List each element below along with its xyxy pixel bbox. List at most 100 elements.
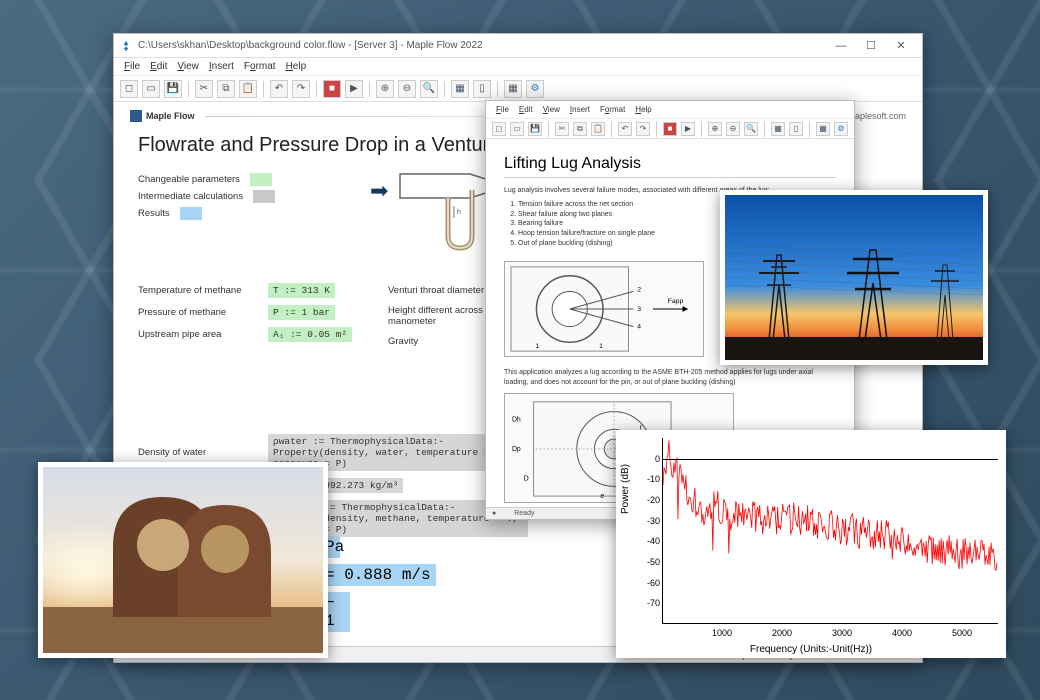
swatch-blue-icon — [180, 207, 202, 220]
svg-text:4: 4 — [637, 323, 641, 330]
chart-panel: Power (dB) Frequency (Units:-Unit(Hz)) 0… — [616, 430, 1006, 658]
apps-icon[interactable]: ▦ — [504, 80, 522, 98]
zoom-fit-icon[interactable]: 🔍 — [420, 80, 438, 98]
svg-text:D: D — [524, 476, 529, 483]
legend-label: Changeable parameters — [138, 174, 240, 185]
status-ready: Ready — [514, 510, 534, 517]
menu-file[interactable]: File — [120, 61, 144, 72]
ytick: -10 — [642, 474, 660, 484]
redo-icon[interactable]: ↷ — [636, 122, 650, 136]
open-icon[interactable]: ▭ — [142, 80, 160, 98]
ytick: -50 — [642, 557, 660, 567]
app-icon — [120, 40, 132, 52]
photo-power-towers — [720, 190, 988, 365]
menu2-view[interactable]: View — [539, 105, 564, 114]
svg-text:2: 2 — [637, 286, 641, 293]
legend-label: Results — [138, 208, 170, 219]
result-fragment: = 0.888 m/s — [320, 564, 436, 586]
lug-diagram-1: 2 3 4 1 1 Fapp — [504, 261, 704, 357]
xtick: 3000 — [832, 628, 852, 638]
cut-icon[interactable]: ✂ — [555, 122, 569, 136]
svg-text:Dh: Dh — [512, 417, 521, 424]
param-label: Upstream pipe area — [138, 329, 268, 340]
xtick: 2000 — [772, 628, 792, 638]
undo-icon[interactable]: ↶ — [270, 80, 288, 98]
minimize-button[interactable]: — — [826, 40, 856, 52]
ytick: -70 — [642, 598, 660, 608]
copy-icon[interactable]: ⧉ — [217, 80, 235, 98]
flow-arrow-icon: ➡ — [370, 178, 388, 204]
menubar: File Edit View Insert Format Help — [114, 58, 922, 76]
menu2-edit[interactable]: Edit — [515, 105, 537, 114]
toolbar: ◻ ▭ 💾 ✂ ⧉ 📋 ↶ ↷ ■ ▶ ⊕ ⊖ 🔍 ▦ ▯ ▦ ⚙ — [114, 76, 922, 102]
maple-logo-icon — [130, 110, 142, 122]
settings-icon[interactable]: ⚙ — [834, 122, 848, 136]
maximize-button[interactable]: ☐ — [856, 39, 886, 52]
zoom-out-icon[interactable]: ⊖ — [398, 80, 416, 98]
toolbar-2: ◻ ▭ 💾 ✂ ⧉ 📋 ↶ ↷ ■ ▶ ⊕ ⊖ 🔍 ▦ ▯ ▦ ⚙ — [486, 119, 854, 139]
photo-lifting-lugs — [38, 462, 328, 658]
menu2-help[interactable]: Help — [631, 105, 655, 114]
swatch-gray-icon — [253, 190, 275, 203]
zoom-in-icon[interactable]: ⊕ — [376, 80, 394, 98]
save-icon[interactable]: 💾 — [164, 80, 182, 98]
ytick: -20 — [642, 495, 660, 505]
zoom-fit-icon[interactable]: 🔍 — [744, 122, 758, 136]
menu-edit[interactable]: Edit — [146, 61, 171, 72]
settings-icon[interactable]: ⚙ — [526, 80, 544, 98]
new-icon[interactable]: ◻ — [492, 122, 506, 136]
menubar-2: File Edit View Insert Format Help — [486, 101, 854, 119]
paste-icon[interactable]: 📋 — [591, 122, 605, 136]
legend-label: Intermediate calculations — [138, 191, 243, 202]
menu-insert[interactable]: Insert — [205, 61, 238, 72]
svg-text:Dp: Dp — [512, 446, 521, 453]
product-name: Maple Flow — [146, 111, 195, 121]
param-value[interactable]: P := 1 bar — [268, 305, 335, 320]
apps-icon[interactable]: ▦ — [816, 122, 830, 136]
undo-icon[interactable]: ↶ — [618, 122, 632, 136]
cut-icon[interactable]: ✂ — [195, 80, 213, 98]
label-fapp: Fapp — [668, 298, 684, 305]
stop-icon[interactable]: ■ — [663, 122, 677, 136]
menu2-format[interactable]: Format — [596, 105, 629, 114]
svg-text:e: e — [600, 493, 604, 500]
page-icon[interactable]: ▯ — [473, 80, 491, 98]
open-icon[interactable]: ▭ — [510, 122, 524, 136]
ytick: 0 — [642, 454, 660, 464]
svg-text:h: h — [457, 209, 461, 216]
svg-text:1: 1 — [535, 343, 539, 350]
page-icon[interactable]: ▯ — [789, 122, 803, 136]
paste-icon[interactable]: 📋 — [239, 80, 257, 98]
xtick: 4000 — [892, 628, 912, 638]
param-value[interactable]: T := 313 K — [268, 283, 335, 298]
new-icon[interactable]: ◻ — [120, 80, 138, 98]
grid-icon[interactable]: ▦ — [451, 80, 469, 98]
redo-icon[interactable]: ↷ — [292, 80, 310, 98]
menu-view[interactable]: View — [173, 61, 203, 72]
param-label: Density of water — [138, 447, 268, 458]
run-icon[interactable]: ▶ — [345, 80, 363, 98]
xtick: 5000 — [952, 628, 972, 638]
run-icon[interactable]: ▶ — [681, 122, 695, 136]
window-title: C:\Users\skhan\Desktop\background color.… — [138, 40, 483, 51]
close-button[interactable]: ✕ — [886, 39, 916, 52]
stop-icon[interactable]: ■ — [323, 80, 341, 98]
param-value[interactable]: A₁ := 0.05 m² — [268, 327, 352, 342]
ytick: -60 — [642, 578, 660, 588]
svg-text:1: 1 — [599, 343, 603, 350]
zoom-out-icon[interactable]: ⊖ — [726, 122, 740, 136]
svg-text:3: 3 — [637, 306, 641, 313]
grid-icon[interactable]: ▦ — [771, 122, 785, 136]
chart-xlabel: Frequency (Units:-Unit(Hz)) — [750, 644, 872, 655]
menu2-insert[interactable]: Insert — [566, 105, 594, 114]
titlebar[interactable]: C:\Users\skhan\Desktop\background color.… — [114, 34, 922, 58]
zoom-in-icon[interactable]: ⊕ — [708, 122, 722, 136]
copy-icon[interactable]: ⧉ — [573, 122, 587, 136]
menu-format[interactable]: Format — [240, 61, 280, 72]
param-label: Temperature of methane — [138, 285, 268, 296]
menu2-file[interactable]: File — [492, 105, 513, 114]
save-icon[interactable]: 💾 — [528, 122, 542, 136]
ytick: -30 — [642, 516, 660, 526]
menu-help[interactable]: Help — [282, 61, 311, 72]
chart-plot-area — [662, 438, 998, 624]
